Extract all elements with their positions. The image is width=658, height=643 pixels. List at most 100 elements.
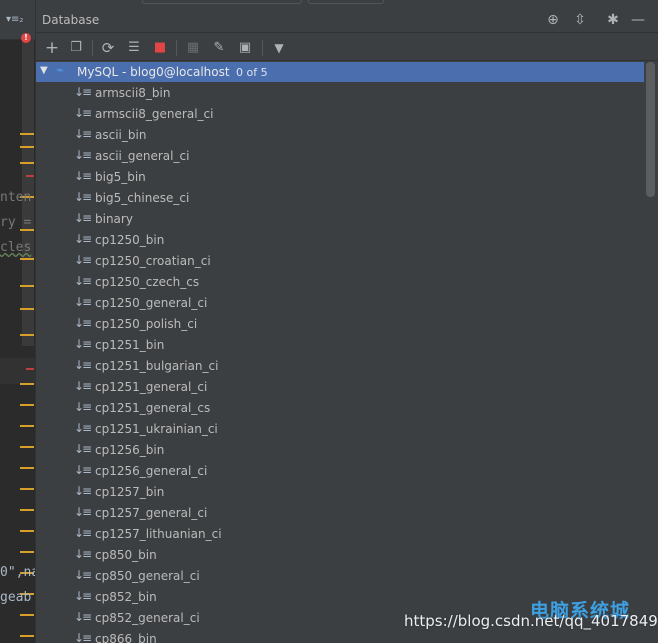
collation-item[interactable]: ↓≡ cp1251_general_cs (36, 398, 646, 419)
collation-item[interactable]: ↓≡ cp1257_bin (36, 482, 646, 503)
collation-item[interactable]: ↓≡ ascii_general_ci (36, 146, 646, 167)
panel-title-bar: Database ⊕ ⇳ ✱ — (36, 7, 658, 33)
code-fragment: ry = (0, 215, 32, 230)
collation-item[interactable]: ↓≡ cp1250_croatian_ci (36, 251, 646, 272)
gear-icon[interactable]: ✱ (604, 11, 622, 29)
change-marker[interactable] (20, 133, 34, 135)
collation-label: armscii8_bin (95, 86, 171, 100)
collation-item[interactable]: ↓≡ big5_bin (36, 167, 646, 188)
collation-label: armscii8_general_ci (95, 107, 214, 121)
collation-icon: ↓≡ (74, 85, 92, 99)
collation-item[interactable]: ↓≡ cp1256_bin (36, 440, 646, 461)
collation-label: big5_bin (95, 170, 146, 184)
change-marker[interactable] (20, 285, 34, 287)
editor-tab[interactable] (142, 0, 302, 4)
change-marker[interactable] (20, 383, 34, 385)
schema-icon[interactable]: ☰ (124, 38, 144, 58)
change-marker[interactable] (20, 614, 34, 616)
collation-label: cp1250_polish_ci (95, 317, 198, 331)
change-marker[interactable] (20, 146, 34, 148)
collation-label: cp1256_general_ci (95, 464, 208, 478)
collation-item[interactable]: ↓≡ binary (36, 209, 646, 230)
filter-icon[interactable]: ▼ (269, 38, 289, 58)
target-icon[interactable]: ⊕ (544, 11, 562, 29)
change-marker[interactable] (20, 425, 34, 427)
change-marker[interactable] (20, 446, 34, 448)
collation-item[interactable]: ↓≡ cp1257_general_ci (36, 503, 646, 524)
change-marker[interactable] (20, 467, 34, 469)
minimize-icon[interactable]: — (629, 11, 647, 29)
copy-icon[interactable]: ❐ (66, 38, 86, 58)
add-icon[interactable]: + (42, 38, 62, 58)
collation-icon: ↓≡ (74, 232, 92, 246)
collation-item[interactable]: ↓≡ big5_chinese_ci (36, 188, 646, 209)
error-marker[interactable] (26, 368, 34, 370)
collation-icon: ↓≡ (74, 295, 92, 309)
change-marker[interactable] (20, 635, 34, 637)
change-marker[interactable] (20, 404, 34, 406)
error-marker[interactable] (26, 175, 34, 177)
collation-icon: ↓≡ (74, 169, 92, 183)
collation-item[interactable]: ↓≡ cp1250_bin (36, 230, 646, 251)
collation-label: cp1250_czech_cs (95, 275, 200, 289)
collapse-icon[interactable]: ⇳ (571, 11, 589, 29)
change-marker[interactable] (20, 509, 34, 511)
edit-icon[interactable]: ✎ (209, 38, 229, 58)
refresh-icon[interactable]: ⟳ (98, 38, 118, 58)
collation-item[interactable]: ↓≡ cp1257_lithuanian_ci (36, 524, 646, 545)
collation-icon: ↓≡ (74, 148, 92, 162)
collation-item[interactable]: ↓≡ cp850_general_ci (36, 566, 646, 587)
collation-label: cp852_general_ci (95, 611, 200, 625)
collation-icon: ↓≡ (74, 631, 92, 643)
tree-root-node[interactable]: ▼ ⌁ MySQL - blog0@localhost 0 of 5 (36, 62, 646, 82)
stop-icon[interactable]: ■ (150, 38, 170, 58)
console-icon[interactable]: ▣ (235, 38, 255, 58)
collation-item[interactable]: ↓≡ cp1251_general_ci (36, 377, 646, 398)
mysql-datasource-icon: ⌁ (56, 63, 64, 78)
toolbar-separator (262, 40, 263, 56)
collation-item[interactable]: ↓≡ cp866_bin (36, 629, 646, 643)
editor-structure-button[interactable]: ▾≡₂ (6, 14, 23, 25)
code-fragment-text: cles (0, 240, 32, 255)
schema-count: 0 of 5 (236, 66, 268, 79)
change-marker[interactable] (20, 334, 34, 336)
collation-item[interactable]: ↓≡ cp1256_general_ci (36, 461, 646, 482)
collation-item[interactable]: ↓≡ cp1251_ukrainian_ci (36, 419, 646, 440)
collation-label: ascii_general_ci (95, 149, 190, 163)
collation-label: cp1256_bin (95, 443, 165, 457)
collation-icon: ↓≡ (74, 190, 92, 204)
collation-item[interactable]: ↓≡ armscii8_bin (36, 83, 646, 104)
change-marker[interactable] (20, 551, 34, 553)
collation-item[interactable]: ↓≡ cp1250_general_ci (36, 293, 646, 314)
error-icon[interactable]: ! (21, 33, 31, 43)
collation-label: cp1251_ukrainian_ci (95, 422, 218, 436)
editor-tab[interactable] (308, 0, 384, 4)
collation-label: cp1250_bin (95, 233, 165, 247)
collation-icon: ↓≡ (74, 211, 92, 225)
collation-icon: ↓≡ (74, 400, 92, 414)
code-fragment: cles (0, 240, 31, 255)
tree-scrollbar[interactable] (644, 62, 658, 643)
table-icon[interactable]: ▦ (183, 38, 203, 58)
collation-item[interactable]: ↓≡ cp1251_bin (36, 335, 646, 356)
change-marker[interactable] (20, 162, 34, 164)
database-tree: ▼ ⌁ MySQL - blog0@localhost 0 of 5 ↓≡ arm… (36, 62, 646, 643)
change-marker[interactable] (20, 308, 34, 310)
collation-icon: ↓≡ (74, 253, 92, 267)
collation-icon: ↓≡ (74, 106, 92, 120)
change-marker[interactable] (20, 530, 34, 532)
collation-item[interactable]: ↓≡ cp850_bin (36, 545, 646, 566)
collation-icon: ↓≡ (74, 358, 92, 372)
collation-label: cp866_bin (95, 632, 157, 643)
collation-item[interactable]: ↓≡ cp1251_bulgarian_ci (36, 356, 646, 377)
scrollbar-thumb[interactable] (646, 62, 655, 197)
collation-item[interactable]: ↓≡ armscii8_general_ci (36, 104, 646, 125)
toolbar-separator (176, 40, 177, 56)
collation-item[interactable]: ↓≡ cp1250_czech_cs (36, 272, 646, 293)
collation-item[interactable]: ↓≡ ascii_bin (36, 125, 646, 146)
collation-label: cp850_general_ci (95, 569, 200, 583)
change-marker[interactable] (20, 258, 34, 260)
collation-item[interactable]: ↓≡ cp1250_polish_ci (36, 314, 646, 335)
expand-arrow-icon[interactable]: ▼ (40, 65, 48, 76)
change-marker[interactable] (20, 488, 34, 490)
